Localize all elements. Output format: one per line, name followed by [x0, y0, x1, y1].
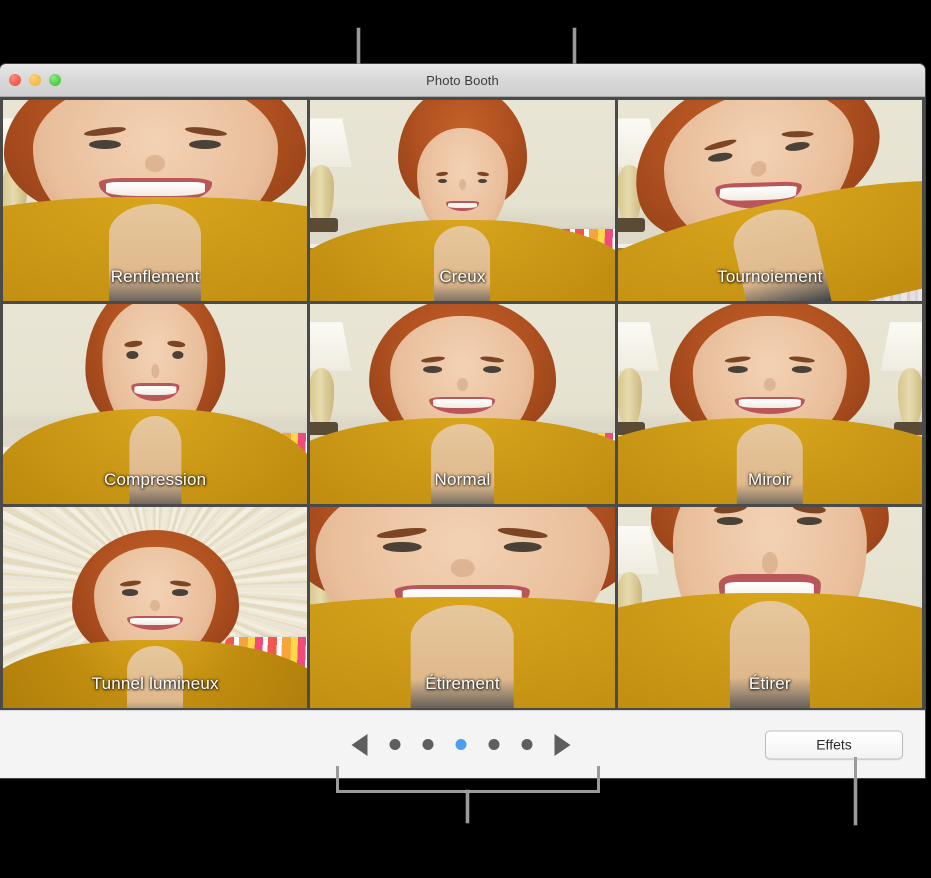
callout-line-effects-button [854, 757, 857, 825]
screenshot-root: Photo Booth Renflement Creux Tournoiemen… [0, 0, 931, 878]
subject [310, 303, 615, 505]
subject [617, 100, 922, 301]
window-controls [9, 64, 61, 96]
effect-cell-miroir[interactable]: Miroir [617, 303, 922, 505]
effect-preview-image [617, 100, 922, 301]
triangle-right-icon[interactable] [554, 733, 570, 756]
minimize-button[interactable] [29, 74, 41, 86]
subject [617, 507, 922, 708]
effect-cell-renflement[interactable]: Renflement [3, 100, 308, 301]
effect-cell-tunnel-lumineux[interactable]: Tunnel lumineux [3, 507, 308, 708]
subject [3, 526, 308, 708]
close-button[interactable] [9, 74, 21, 86]
effect-preview-image [3, 100, 308, 301]
effect-cell-normal[interactable]: Normal [310, 303, 615, 505]
page-dot-4[interactable] [488, 739, 499, 750]
callout-bracket-page-dots [336, 766, 600, 793]
window-titlebar[interactable]: Photo Booth [0, 64, 925, 97]
page-dot-1[interactable] [389, 739, 400, 750]
lamp-icon [879, 322, 922, 438]
photo-booth-window: Photo Booth Renflement Creux Tournoiemen… [0, 64, 925, 778]
effect-preview-image [310, 303, 615, 505]
page-dot-3[interactable] [455, 739, 466, 750]
effect-preview-image [617, 507, 922, 708]
subject [3, 303, 308, 505]
effect-cell-etirement[interactable]: Étirement [310, 507, 615, 708]
effects-button[interactable]: Effets [765, 730, 903, 759]
subject [617, 303, 922, 505]
effect-cell-creux[interactable]: Creux [310, 100, 615, 301]
effect-preview-image [3, 507, 308, 708]
effect-preview-image [617, 303, 922, 505]
window-title: Photo Booth [426, 72, 499, 88]
maximize-button[interactable] [49, 74, 61, 86]
effect-cell-etirer[interactable]: Étirer [617, 507, 922, 708]
effect-cell-compression[interactable]: Compression [3, 303, 308, 505]
page-dot-2[interactable] [422, 739, 433, 750]
effect-preview-image [3, 303, 308, 505]
lamp-icon [310, 118, 353, 234]
page-dot-5[interactable] [521, 739, 532, 750]
page-navigation [351, 733, 570, 756]
effect-preview-image [310, 507, 615, 708]
subject [310, 100, 615, 301]
effects-grid: Renflement Creux Tournoiement Compressio… [0, 97, 925, 711]
effect-cell-tournoiement[interactable]: Tournoiement [617, 100, 922, 301]
lamp-icon [617, 322, 661, 438]
lamp-icon [310, 322, 353, 438]
effect-preview-image [310, 100, 615, 301]
subject [310, 507, 615, 708]
triangle-left-icon[interactable] [351, 733, 367, 756]
subject [3, 100, 308, 301]
callout-stem-page-dots [466, 790, 469, 823]
